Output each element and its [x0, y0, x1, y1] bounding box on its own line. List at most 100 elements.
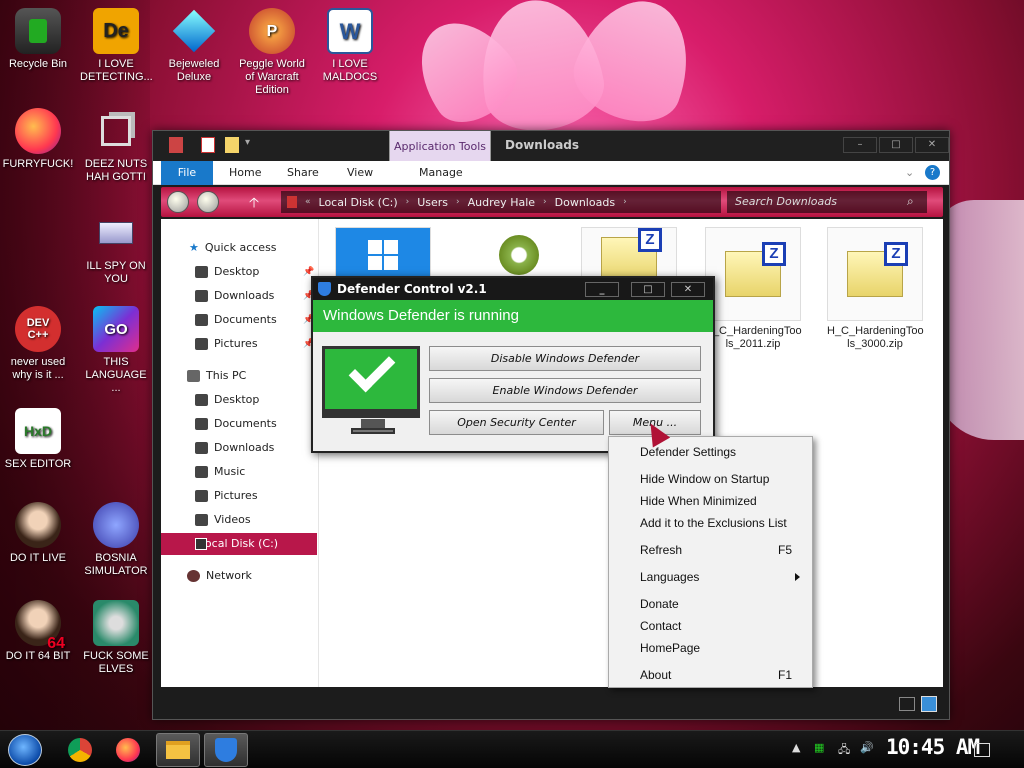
- shield-icon: [215, 738, 237, 762]
- taskbar-file-explorer[interactable]: [156, 733, 200, 767]
- help-icon[interactable]: ?: [925, 165, 940, 180]
- back-button[interactable]: [167, 191, 189, 213]
- nav-this-pc[interactable]: This PC: [187, 367, 246, 385]
- enable-defender-button[interactable]: Enable Windows Defender: [429, 378, 701, 403]
- address-path[interactable]: « Local Disk (C:) › Users › Audrey Hale …: [281, 191, 721, 213]
- taskbar: ▲ ▦ 🖧 🔊 10:45 AM: [0, 730, 1024, 768]
- file-item-hardening-3000[interactable]: Z H_C_HardeningToo ls_3000.zip: [827, 227, 924, 351]
- breadcrumb-separator: ›: [623, 197, 627, 207]
- details-view-icon[interactable]: [899, 697, 915, 711]
- explorer-app-icon[interactable]: [169, 137, 183, 153]
- desktop-icon-label: THIS LANGUAGE ...: [85, 356, 147, 394]
- disable-defender-button[interactable]: Disable Windows Defender: [429, 346, 701, 371]
- up-arrow-icon[interactable]: 🡡: [249, 192, 259, 216]
- copy-windows-icon: [93, 108, 139, 154]
- search-icon[interactable]: ⌕: [907, 194, 914, 209]
- desktop-icon-peggle[interactable]: P Peggle World of Warcraft Edition: [236, 8, 308, 97]
- nav-quick-access[interactable]: ★ Quick access: [189, 239, 277, 257]
- nav-pc-downloads[interactable]: Downloads: [195, 439, 274, 457]
- desktop-icon-elves[interactable]: FUCK SOME ELVES: [80, 600, 152, 676]
- nav-pc-desktop[interactable]: Desktop: [195, 391, 259, 409]
- zip-archive-icon: Z: [725, 242, 786, 297]
- tab-file[interactable]: File: [161, 161, 213, 185]
- start-button[interactable]: [8, 734, 42, 766]
- menu-item-hide-when-minimized[interactable]: Hide When Minimized: [640, 493, 810, 509]
- desktop-icon-word[interactable]: W I LOVE MALDOCS: [314, 8, 386, 84]
- forward-button[interactable]: [197, 191, 219, 213]
- defender-titlebar[interactable]: Defender Control v2.1 _ □ ✕: [313, 278, 713, 300]
- menu-item-donate[interactable]: Donate: [640, 596, 810, 612]
- taskbar-defender-control[interactable]: [204, 733, 248, 767]
- desktop-icon-deez-nuts[interactable]: DEEZ NUTS HAH GOTTI: [80, 108, 152, 184]
- explorer-titlebar[interactable]: ▾ Application Tools Downloads – □ ✕: [153, 131, 949, 161]
- maximize-button[interactable]: □: [879, 137, 913, 153]
- defender-close-button[interactable]: ✕: [671, 282, 705, 297]
- network-tray-icon[interactable]: 🖧: [838, 741, 850, 760]
- close-button[interactable]: ✕: [915, 137, 949, 153]
- nav-pc-pictures[interactable]: Pictures: [195, 487, 258, 505]
- breadcrumb-item[interactable]: Users: [417, 196, 448, 209]
- tray-app-icon[interactable]: ▦: [814, 741, 824, 754]
- nav-network[interactable]: Network: [187, 567, 252, 585]
- badge-64: 64: [47, 635, 65, 652]
- desktop-icon-bejeweled[interactable]: Bejeweled Deluxe: [158, 8, 230, 84]
- application-tools-tab[interactable]: Application Tools: [389, 131, 491, 161]
- nav-local-disk[interactable]: Local Disk (C:): [161, 533, 317, 555]
- minimize-button[interactable]: –: [843, 137, 877, 153]
- open-security-center-button[interactable]: Open Security Center: [429, 410, 604, 435]
- breadcrumb-item[interactable]: Downloads: [555, 196, 615, 209]
- menu-item-add-exclusion[interactable]: Add it to the Exclusions List: [640, 515, 810, 531]
- tab-manage[interactable]: Manage: [419, 161, 463, 185]
- tab-share[interactable]: Share: [287, 161, 319, 185]
- tab-home[interactable]: Home: [229, 161, 261, 185]
- menu-item-homepage[interactable]: HomePage: [640, 640, 810, 656]
- desktop-icon-do-it-64[interactable]: 64 DO IT 64 BIT: [2, 600, 74, 663]
- search-input[interactable]: Search Downloads: [727, 191, 927, 213]
- desktop-icon-detect-it-easy[interactable]: De I LOVE DETECTING...: [80, 8, 153, 84]
- menu-item-hide-on-startup[interactable]: Hide Window on Startup: [640, 471, 810, 487]
- desktop-icon-bosnia[interactable]: BOSNIA SIMULATOR: [80, 502, 152, 578]
- breadcrumb-item[interactable]: Audrey Hale: [468, 196, 535, 209]
- window-title: Downloads: [505, 138, 580, 152]
- monitor-check-icon: [322, 345, 420, 418]
- breadcrumb-separator: ›: [543, 197, 547, 207]
- file-name: H_C_HardeningToo ls_2011.zip: [705, 325, 802, 350]
- desktop-icon-firefox[interactable]: FURRYFUCK!: [2, 108, 74, 171]
- taskbar-firefox[interactable]: [106, 733, 150, 767]
- breadcrumb-item[interactable]: Local Disk (C:): [319, 196, 398, 209]
- nav-pc-music[interactable]: Music: [195, 463, 245, 481]
- desktop-icon-spy[interactable]: ILL SPY ON YOU: [80, 210, 152, 286]
- properties-icon[interactable]: [201, 137, 215, 153]
- desktop-icon-recycle-bin[interactable]: Recycle Bin: [2, 8, 74, 71]
- large-icons-view-icon[interactable]: [921, 696, 937, 712]
- desktop-icon-goland[interactable]: GO THIS LANGUAGE ...: [80, 306, 152, 395]
- desktop-icon-hxd[interactable]: HxD SEX EDITOR: [2, 408, 74, 471]
- taskbar-clock[interactable]: 10:45 AM: [886, 735, 980, 759]
- nav-qa-desktop[interactable]: Desktop: [195, 263, 259, 281]
- taskbar-chrome[interactable]: [58, 733, 102, 767]
- desktop-icon-do-it-live[interactable]: DO IT LIVE: [2, 502, 74, 565]
- menu-item-languages[interactable]: Languages: [640, 569, 810, 585]
- zip-file-thumbnail: Z: [827, 227, 923, 321]
- menu-item-contact[interactable]: Contact: [640, 618, 810, 634]
- volume-icon[interactable]: 🔊: [860, 741, 874, 754]
- defender-minimize-button[interactable]: _: [585, 282, 619, 297]
- menu-item-defender-settings[interactable]: Defender Settings: [640, 444, 810, 460]
- ribbon-expand-chevron-icon[interactable]: ⌄: [905, 166, 914, 179]
- nav-pc-videos[interactable]: Videos: [195, 511, 251, 529]
- nav-qa-pictures[interactable]: Pictures: [195, 335, 258, 353]
- new-folder-icon[interactable]: [225, 137, 239, 153]
- nav-qa-documents[interactable]: Documents: [195, 311, 277, 329]
- tab-view[interactable]: View: [347, 161, 373, 185]
- nav-pc-documents[interactable]: Documents: [195, 415, 277, 433]
- menu-item-refresh[interactable]: Refresh F5: [640, 542, 810, 558]
- defender-maximize-button[interactable]: □: [631, 282, 665, 297]
- notification-icon[interactable]: [974, 743, 990, 757]
- customize-qa-chevron-icon[interactable]: ▾: [245, 137, 259, 153]
- file-item-hardening-2011[interactable]: Z H_C_HardeningToo ls_2011.zip: [705, 227, 802, 351]
- menu-item-about[interactable]: About F1: [640, 667, 810, 683]
- desktop-icon-devcpp[interactable]: DEV C++ never used why is it ...: [2, 306, 74, 382]
- tray-overflow-icon[interactable]: ▲: [792, 741, 800, 754]
- folder-icon: [166, 741, 190, 759]
- nav-qa-downloads[interactable]: Downloads: [195, 287, 274, 305]
